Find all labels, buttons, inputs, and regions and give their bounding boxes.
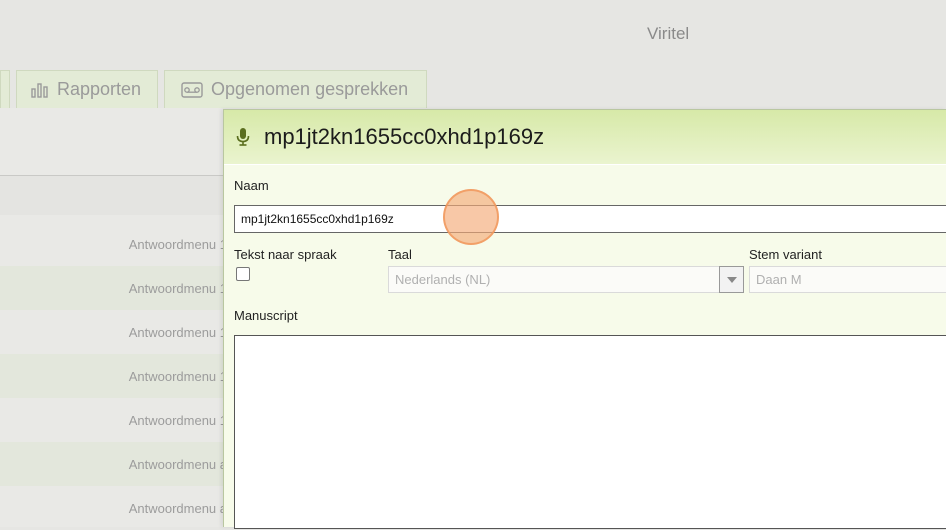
tab-label: Opgenomen gesprekken xyxy=(211,79,409,99)
dialog-header: mp1jt2kn1655cc0xhd1p169z xyxy=(224,110,946,164)
dialog-title: mp1jt2kn1655cc0xhd1p169z xyxy=(264,124,545,149)
list-item[interactable]: Antwoordmenu 1 xyxy=(0,310,223,354)
taal-select[interactable]: Nederlands (NL) xyxy=(388,266,744,293)
taal-label: Taal xyxy=(388,247,412,262)
list-item[interactable]: Antwoordmenu a xyxy=(0,486,223,530)
microphone-icon xyxy=(236,128,250,146)
list-item[interactable]: Antwoordmenu a xyxy=(0,442,223,486)
naam-input[interactable]: mp1jt2kn1655cc0xhd1p169z xyxy=(234,205,946,233)
tts-checkbox[interactable] xyxy=(236,267,250,281)
list-item[interactable]: Antwoordmenu 1 xyxy=(0,266,223,310)
list-item[interactable]: Antwoordmenu 1 xyxy=(0,354,223,398)
click-indicator xyxy=(443,189,499,245)
stem-variant-select[interactable]: Daan M xyxy=(749,266,946,293)
list-header xyxy=(0,176,223,215)
list-item[interactable]: Antwoordmenu 1 xyxy=(0,398,223,442)
tab-opgenomen-gesprekken[interactable]: Opgenomen gesprekken xyxy=(164,70,427,108)
edit-recording-dialog: mp1jt2kn1655cc0xhd1p169z Naam mp1jt2kn16… xyxy=(223,109,946,529)
manuscript-textarea[interactable] xyxy=(234,335,946,529)
tab-previous[interactable] xyxy=(0,70,10,108)
bar-chart-icon xyxy=(31,82,48,98)
dialog-body: Naam mp1jt2kn1655cc0xhd1p169z Tekst naar… xyxy=(224,165,946,529)
chevron-down-icon xyxy=(726,276,737,283)
naam-label: Naam xyxy=(234,178,269,193)
list-item[interactable]: Antwoordmenu 1 xyxy=(0,222,223,266)
brand-name: Viritel xyxy=(647,24,690,43)
manuscript-label: Manuscript xyxy=(234,308,298,323)
taal-dropdown-button[interactable] xyxy=(719,266,744,293)
recording-icon xyxy=(181,81,203,98)
tts-label: Tekst naar spraak xyxy=(234,247,337,262)
stem-variant-label: Stem variant xyxy=(749,247,822,262)
tab-label: Rapporten xyxy=(57,79,142,99)
tab-rapporten[interactable]: Rapporten xyxy=(16,70,158,108)
